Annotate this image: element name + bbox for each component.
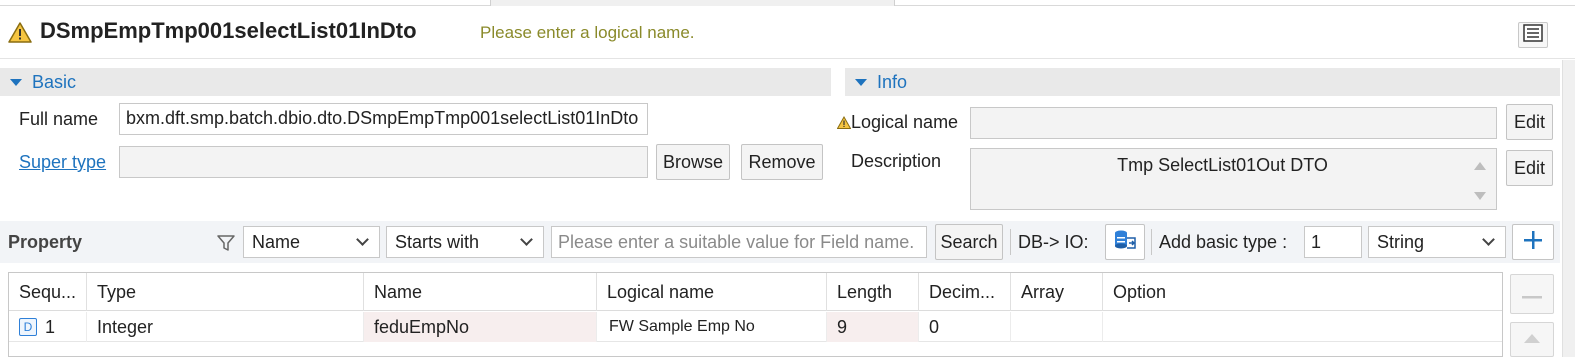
cell-type[interactable]: Integer bbox=[87, 312, 364, 342]
table-header: Sequ... Type Name Logical name Length De… bbox=[9, 273, 1502, 311]
logical-name-label: Logical name bbox=[851, 112, 959, 132]
cell-array[interactable] bbox=[1011, 312, 1103, 342]
property-label: Property bbox=[8, 232, 83, 252]
chevron-down-icon bbox=[520, 233, 533, 246]
column-header-logical-name[interactable]: Logical name bbox=[597, 273, 827, 311]
cell-sequence: D 1 bbox=[9, 312, 87, 342]
filter-field-select[interactable]: Name bbox=[243, 226, 380, 258]
cell-logical-name[interactable]: FW Sample Emp No bbox=[597, 312, 827, 342]
plus-icon bbox=[1522, 229, 1544, 256]
filter-field-value: Name bbox=[252, 231, 301, 252]
sequence-value: 1 bbox=[45, 316, 56, 337]
warning-icon bbox=[8, 21, 32, 45]
chevron-down-icon bbox=[356, 233, 369, 246]
description-scrollbar[interactable] bbox=[1473, 156, 1487, 206]
property-table: Sequ... Type Name Logical name Length De… bbox=[8, 272, 1503, 357]
column-header-decimal[interactable]: Decim... bbox=[919, 273, 1011, 311]
filter-mode-value: Starts with bbox=[395, 231, 480, 252]
full-name-label: Full name bbox=[19, 109, 99, 129]
column-header-array[interactable]: Array bbox=[1011, 273, 1103, 311]
small-warning-icon bbox=[836, 114, 852, 129]
basic-section-header[interactable]: Basic bbox=[0, 68, 831, 96]
table-row[interactable]: D 1 Integer feduEmpNo FW Sample Emp No 9… bbox=[9, 312, 1502, 342]
column-header-option[interactable]: Option bbox=[1103, 273, 1502, 311]
edit-description-button[interactable]: Edit bbox=[1506, 150, 1553, 186]
collapse-triangle-icon bbox=[10, 78, 22, 86]
cell-option[interactable] bbox=[1103, 312, 1502, 342]
column-header-length[interactable]: Length bbox=[827, 273, 919, 311]
database-import-icon bbox=[1113, 229, 1137, 256]
document-icon bbox=[1523, 23, 1543, 47]
full-name-field[interactable]: bxm.dft.smp.batch.dbio.dto.DSmpEmpTmp001… bbox=[119, 103, 648, 135]
basic-section-label: Basic bbox=[32, 71, 77, 92]
dto-field-icon: D bbox=[19, 318, 37, 336]
basic-type-select[interactable]: String bbox=[1368, 226, 1506, 258]
column-header-sequence[interactable]: Sequ... bbox=[9, 273, 87, 311]
minus-icon bbox=[1521, 284, 1543, 305]
cell-length[interactable]: 9 bbox=[827, 312, 919, 342]
header-divider bbox=[0, 58, 1575, 59]
edit-logical-name-button[interactable]: Edit bbox=[1506, 104, 1553, 140]
super-type-field[interactable] bbox=[119, 146, 648, 178]
browse-button[interactable]: Browse bbox=[656, 144, 730, 180]
add-basic-type-label: Add basic type : bbox=[1159, 232, 1288, 252]
search-button[interactable]: Search bbox=[935, 224, 1003, 260]
filter-mode-select[interactable]: Starts with bbox=[386, 226, 544, 258]
super-type-link[interactable]: Super type bbox=[19, 152, 106, 173]
logical-name-field[interactable] bbox=[970, 107, 1497, 139]
description-field[interactable]: Tmp SelectList01Out DTO bbox=[970, 148, 1497, 210]
toolbar-separator bbox=[1010, 229, 1011, 255]
add-property-button[interactable] bbox=[1512, 224, 1554, 260]
move-up-button[interactable] bbox=[1510, 322, 1554, 357]
description-label: Description bbox=[851, 151, 942, 171]
toolbar-separator bbox=[1151, 229, 1152, 255]
cell-decimal[interactable]: 0 bbox=[919, 312, 1011, 342]
editor-vertical-scrollbar[interactable] bbox=[1562, 60, 1575, 357]
collapse-triangle-icon bbox=[855, 78, 867, 86]
chevron-down-icon bbox=[1482, 233, 1495, 246]
info-section-label: Info bbox=[877, 71, 908, 92]
source-view-button[interactable] bbox=[1518, 22, 1548, 48]
remove-button[interactable]: Remove bbox=[741, 144, 823, 180]
column-header-type[interactable]: Type bbox=[87, 273, 364, 311]
remove-property-button[interactable] bbox=[1510, 274, 1554, 314]
basic-type-value: String bbox=[1377, 231, 1425, 252]
column-header-name[interactable]: Name bbox=[364, 273, 597, 311]
filter-icon[interactable] bbox=[216, 233, 236, 253]
add-count-input[interactable]: 1 bbox=[1304, 226, 1362, 258]
cell-name[interactable]: feduEmpNo bbox=[364, 312, 597, 342]
editor-tab-active[interactable] bbox=[490, 0, 895, 6]
info-section-header[interactable]: Info bbox=[845, 68, 1560, 96]
arrow-up-icon bbox=[1522, 329, 1542, 350]
page-title: DSmpEmpTmp001selectList01InDto bbox=[40, 18, 417, 43]
db-io-label: DB-> IO: bbox=[1018, 232, 1089, 252]
db-to-io-button[interactable] bbox=[1105, 224, 1145, 260]
validation-message: Please enter a logical name. bbox=[480, 23, 695, 42]
field-search-input[interactable]: Please enter a suitable value for Field … bbox=[551, 226, 927, 258]
